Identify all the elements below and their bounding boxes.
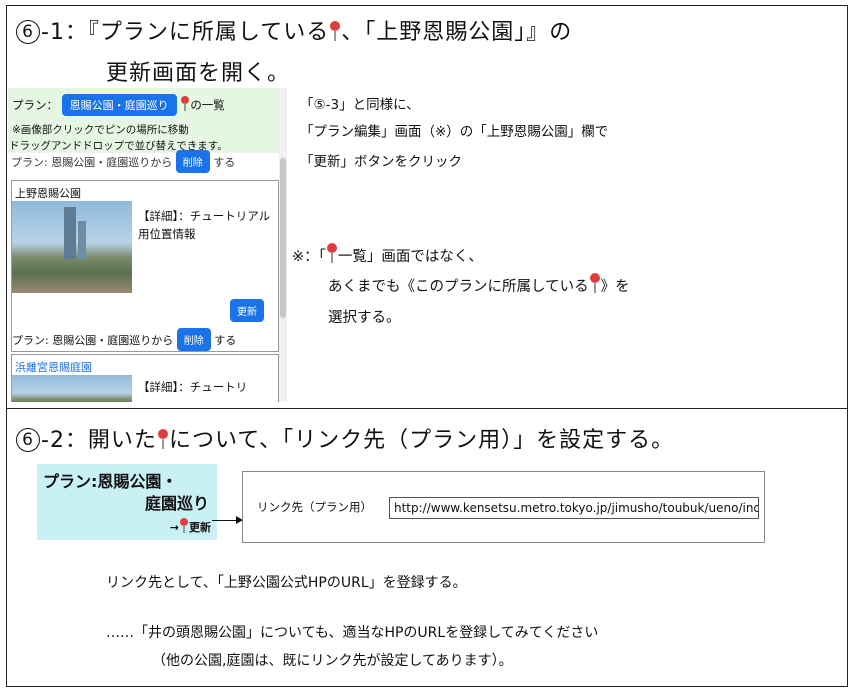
remark-line2: あくまでも《このプランに所属している 》を (328, 273, 630, 296)
section1-heading: 6 -1：『プランに所属している 、「上野恩賜公園」』の (16, 14, 572, 46)
plan-from-text: プラン: 恩賜公園・庭園巡りから (12, 334, 174, 347)
scrollbar[interactable] (279, 88, 287, 402)
suru-text: する (214, 334, 237, 347)
list-item-hamarikyu[interactable]: 浜離宮恩賜庭園 【詳細】：チュートリ (11, 354, 279, 402)
map-pin-icon (330, 21, 341, 41)
park-photo[interactable] (12, 375, 132, 402)
card-plan-row: プラン: 恩賜公園・庭園巡りから 削除 する (12, 328, 236, 351)
suru-text: する (213, 156, 236, 169)
remark-prefix: ※：「 (292, 249, 326, 265)
update-text: 更新 (189, 521, 211, 534)
list-item-partial: プラン: 恩賜公園・庭園巡りから 削除 する (11, 150, 235, 173)
card-title: 上野恩賜公園 (15, 187, 81, 200)
plan-badge[interactable]: 恩賜公園・庭園巡り (61, 94, 177, 116)
delete-button[interactable]: 削除 (176, 328, 211, 351)
section2-heading: 6 -2：開いた について、「リンク先（プラン用）」を設定する。 (16, 422, 674, 454)
hint-click: ※画像部クリックでピンの場所に移動 (12, 124, 189, 136)
list-link-text[interactable]: の一覧 (190, 98, 225, 112)
map-pin-icon (589, 273, 600, 293)
section-divider (6, 408, 848, 409)
park-photo[interactable] (12, 201, 132, 293)
note-line1: 「⑤-3」と同様に、 (300, 97, 420, 113)
section1-heading-line2: 更新画面を開く。 (106, 61, 291, 86)
remark2-prefix: あくまでも《このプランに所属している (328, 279, 589, 295)
arrow-icon: → (169, 521, 179, 534)
map-pin-icon (180, 518, 188, 533)
detail-text: 【詳細】：チュートリアル用位置情報 (138, 209, 271, 241)
heading-text-2: 、「上野恩賜公園」』の (341, 20, 573, 45)
plan-edit-screenshot: プラン： 恩賜公園・庭園巡り の一覧 ※画像部クリックでピンの場所に移動 ドラッ… (8, 88, 287, 402)
note-line3: 「更新」ボタンをクリック (300, 154, 462, 170)
circled-number: 6 (16, 428, 40, 452)
remark-line3: 選択する。 (328, 310, 401, 326)
remark-line1: ※：「 一覧」画面ではなく、 (292, 243, 483, 266)
heading-text: -1：『プランに所属している (41, 20, 330, 45)
body-line3: （他の公園,庭園は、既にリンク先が設定してあります）。 (152, 653, 513, 669)
plan-title-box: プラン:恩賜公園・ 庭園巡り → 更新 (37, 464, 217, 540)
map-pin-icon (181, 96, 190, 111)
update-link[interactable]: → 更新 (170, 518, 211, 535)
detail-text: 【詳細】：チュートリ (138, 380, 248, 394)
heading-text: -2：開いた (41, 428, 157, 453)
link-url-field[interactable]: http://www.kensetsu.metro.tokyo.jp/jimus… (389, 497, 759, 519)
heading-text-2: について、「リンク先（プラン用）」を設定する。 (168, 428, 675, 453)
body-line2: ……「井の頭恩賜公園」についても、適当なHPのURLを登録してみてください (106, 625, 599, 641)
link-label: リンク先（プラン用） (257, 500, 372, 514)
card-title[interactable]: 浜離宮恩賜庭園 (15, 359, 92, 375)
update-button[interactable]: 更新 (230, 299, 264, 322)
remark2-suffix: 》を (600, 279, 630, 295)
plan-title-line2: 庭園巡り (144, 494, 209, 513)
plan-title-line1: プラン:恩賜公園・ (43, 472, 178, 491)
circled-number: 6 (16, 20, 40, 44)
body-line1: リンク先として、「上野公園公式HPのURL」を登録する。 (106, 575, 467, 591)
remark-suffix: 一覧」画面ではなく、 (337, 249, 483, 265)
map-pin-icon (326, 243, 337, 263)
note-line2: 「プラン編集」画面（※）の「上野恩賜公園」欄で (300, 124, 609, 140)
scrollbar-thumb[interactable] (280, 158, 286, 318)
map-pin-icon (157, 429, 168, 449)
plan-from-text: プラン: 恩賜公園・庭園巡りから (11, 156, 173, 169)
delete-button[interactable]: 削除 (175, 150, 210, 173)
plan-label: プラン： (12, 98, 58, 112)
plan-info-box: プラン： 恩賜公園・庭園巡り の一覧 ※画像部クリックでピンの場所に移動 ドラッ… (8, 88, 287, 153)
list-item-ueno[interactable]: 上野恩賜公園 【詳細】：チュートリアル用位置情報 更新 プラン: 恩賜公園・庭園… (11, 180, 279, 352)
link-settings-box: リンク先（プラン用） http://www.kensetsu.metro.tok… (242, 471, 765, 543)
